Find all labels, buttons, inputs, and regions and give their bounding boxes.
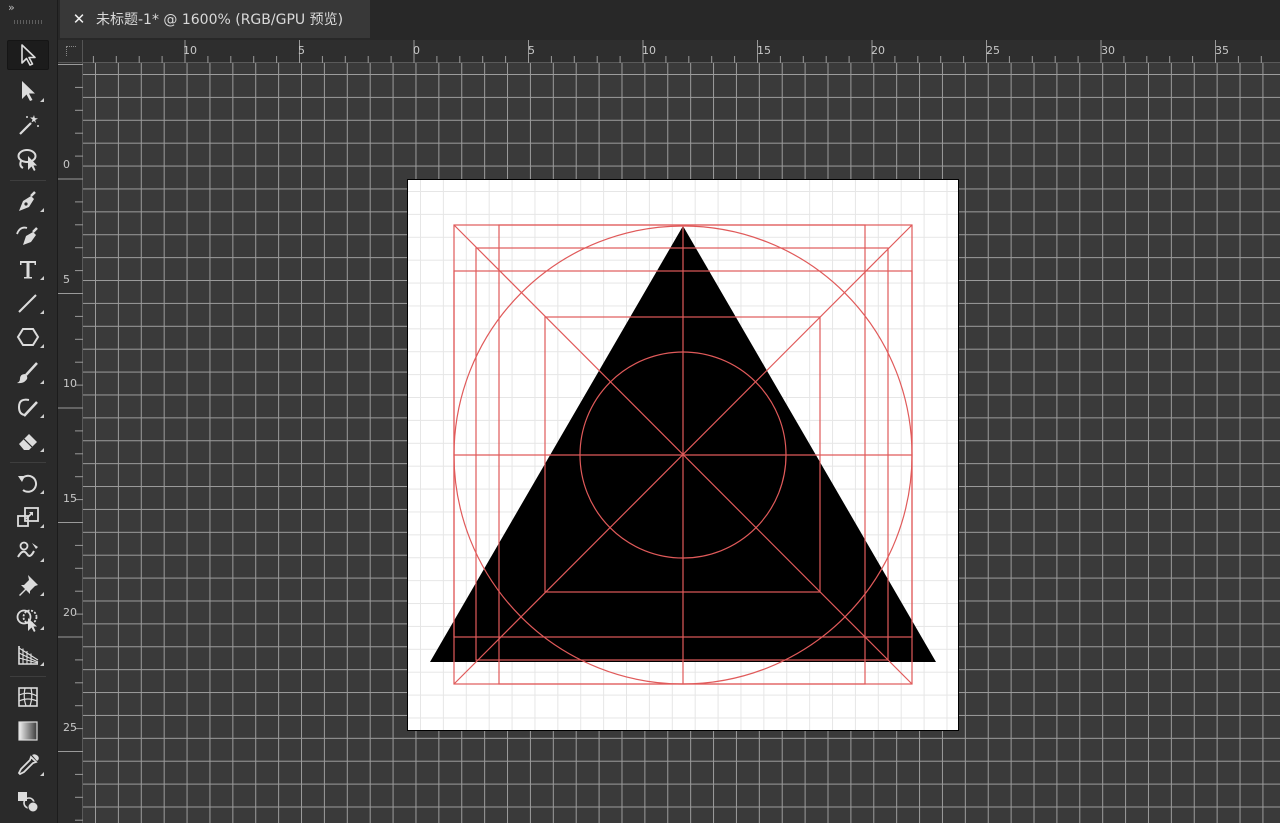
- lasso-tool[interactable]: [7, 144, 49, 174]
- ruler-label: 5: [63, 273, 70, 286]
- blend-tool[interactable]: [7, 786, 49, 816]
- selection-tool[interactable]: [7, 40, 49, 70]
- ruler-label: 30: [1101, 44, 1115, 57]
- magic-wand-tool[interactable]: [7, 110, 49, 140]
- gradient-tool[interactable]: [7, 716, 49, 746]
- pen-tool[interactable]: [7, 186, 49, 216]
- keyline-guides: [453, 224, 913, 685]
- pen-icon: [19, 191, 36, 211]
- scale-icon: [17, 507, 39, 527]
- mesh-icon: [18, 687, 38, 707]
- ruler-label: 20: [63, 606, 77, 619]
- eyedropper-icon: [17, 754, 39, 776]
- pushpin-icon: [19, 575, 38, 596]
- ruler-label: 20: [871, 44, 885, 57]
- panel-grip[interactable]: [14, 20, 42, 24]
- toolbar-separator: [10, 180, 46, 181]
- mesh-tool[interactable]: [7, 682, 49, 712]
- type-icon: [20, 261, 36, 279]
- horizontal-ruler-ticks: [92, 40, 1262, 63]
- horizontal-ruler[interactable]: 10 5 0 5 10 15 20 25 30 35: [83, 40, 1280, 63]
- polygon-tool[interactable]: [7, 322, 49, 352]
- direct-selection-arrow-icon: [22, 81, 35, 101]
- document-tab[interactable]: ✕ 未标题-1* @ 1600% (RGB/GPU 预览): [60, 0, 370, 38]
- line-segment-tool[interactable]: [7, 288, 49, 318]
- vertical-ruler-labels: 0 5 10 15 20 25: [63, 158, 77, 734]
- perspective-grid-tool[interactable]: [7, 640, 49, 670]
- paintbrush-tool[interactable]: [7, 358, 49, 388]
- vertical-ruler-ticks: [58, 64, 83, 821]
- puppet-warp-tool[interactable]: [7, 570, 49, 600]
- shape-builder-icon: [16, 609, 38, 632]
- tools-panel: ››: [0, 0, 58, 823]
- close-tab-icon[interactable]: ✕: [70, 10, 88, 28]
- rotate-tool[interactable]: [7, 468, 49, 498]
- shaper-tool[interactable]: [7, 392, 49, 422]
- vertical-ruler[interactable]: 0 5 10 15 20 25: [58, 63, 83, 823]
- curvature-pen-icon: [16, 226, 38, 245]
- warp-icon: [17, 541, 38, 558]
- paintbrush-icon: [17, 362, 38, 384]
- line-segment-icon: [18, 294, 37, 313]
- shape-builder-tool[interactable]: [7, 604, 49, 634]
- collapse-panel-button[interactable]: ››: [8, 1, 15, 14]
- ruler-label: 35: [1215, 44, 1229, 57]
- document-tab-title: 未标题-1* @ 1600% (RGB/GPU 预览): [96, 12, 344, 28]
- ruler-label: 25: [63, 721, 77, 734]
- selection-arrow-icon: [21, 44, 36, 66]
- perspective-grid-icon: [18, 646, 39, 665]
- ruler-label: 25: [986, 44, 1000, 57]
- rotate-icon: [18, 474, 38, 493]
- artwork: [430, 224, 936, 685]
- ruler-label: 15: [63, 492, 77, 505]
- document-canvas[interactable]: [83, 63, 1280, 823]
- ruler-label: 15: [757, 44, 771, 57]
- artboard[interactable]: [407, 179, 959, 731]
- eyedropper-tool[interactable]: [7, 750, 49, 780]
- eraser-icon: [19, 434, 37, 450]
- blend-icon: [18, 792, 39, 813]
- shaper-icon: [17, 398, 38, 417]
- ruler-label: 0: [63, 158, 70, 171]
- scale-tool[interactable]: [7, 502, 49, 532]
- ruler-label: 0: [413, 44, 420, 57]
- ruler-origin-corner[interactable]: [58, 40, 83, 63]
- document-tab-bar: ✕ 未标题-1* @ 1600% (RGB/GPU 预览): [58, 0, 1280, 40]
- ruler-label: 10: [183, 44, 197, 57]
- curvature-tool[interactable]: [7, 220, 49, 250]
- ruler-label: 10: [642, 44, 656, 57]
- toolbar-separator: [10, 462, 46, 463]
- horizontal-ruler-labels: 10 5 0 5 10 15 20 25 30 35: [183, 44, 1229, 57]
- magic-wand-icon: [19, 115, 39, 135]
- gradient-icon: [18, 721, 38, 741]
- type-tool[interactable]: [7, 254, 49, 284]
- lasso-icon: [17, 149, 37, 171]
- warp-tool[interactable]: [7, 536, 49, 566]
- ruler-label: 5: [528, 44, 535, 57]
- toolbar-separator: [10, 676, 46, 677]
- polygon-icon: [16, 328, 40, 346]
- eraser-tool[interactable]: [7, 426, 49, 456]
- ruler-label: 5: [298, 44, 305, 57]
- direct-selection-tool[interactable]: [7, 76, 49, 106]
- ruler-label: 10: [63, 377, 77, 390]
